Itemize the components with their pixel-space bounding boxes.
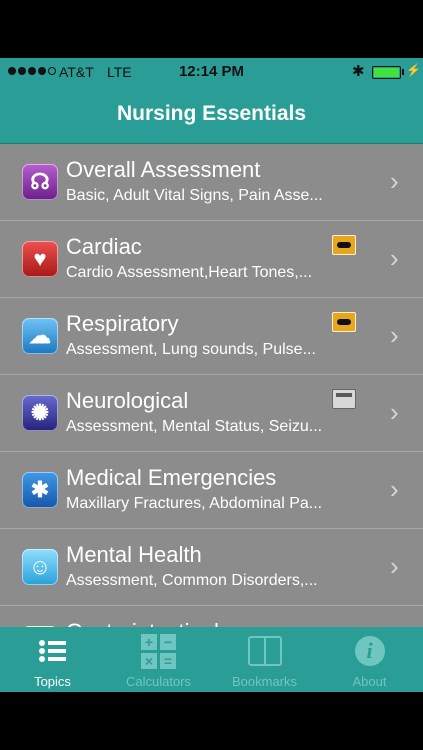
topic-row-respiratory[interactable]: ☁ Respiratory Assessment, Lung sounds, P… — [0, 298, 423, 375]
topic-title: Neurological — [66, 388, 189, 413]
battery-tip — [402, 69, 404, 75]
chevron-right-icon: › — [390, 320, 399, 350]
tab-topics[interactable]: Topics — [0, 627, 105, 692]
topic-row-mental-health[interactable]: ☺ Mental Health Assessment, Common Disor… — [0, 529, 423, 606]
tab-about[interactable]: i About — [317, 627, 422, 692]
chevron-right-icon: › — [390, 243, 399, 273]
star-of-life-icon: ✱ — [22, 472, 58, 508]
topic-subtitle: Assessment, Common Disorders,... — [66, 572, 318, 589]
bluetooth-icon: ✱ — [352, 63, 365, 80]
video-icon — [332, 235, 356, 255]
tab-bookmarks[interactable]: Bookmarks — [212, 627, 317, 692]
topic-title: Cardiac — [66, 234, 142, 259]
tab-label: Calculators — [125, 674, 192, 689]
list-icon — [0, 633, 105, 669]
topic-row-neurological[interactable]: ✺ Neurological Assessment, Mental Status… — [0, 375, 423, 452]
lungs-icon: ☁ — [22, 318, 58, 354]
topic-title: Medical Emergencies — [66, 465, 277, 490]
status-bar: AT&T LTE 12:14 PM ✱ ⚡ — [0, 58, 423, 86]
topic-row-medical-emergencies[interactable]: ✱ Medical Emergencies Maxillary Fracture… — [0, 452, 423, 529]
chevron-right-icon: › — [390, 474, 399, 504]
topic-subtitle: Assessment, Lung sounds, Pulse... — [66, 341, 316, 358]
navigation-bar: Nursing Essentials — [0, 86, 423, 144]
chevron-right-icon: › — [390, 397, 399, 427]
topic-row-cardiac[interactable]: ♥ Cardiac Cardio Assessment,Heart Tones,… — [0, 221, 423, 298]
topic-subtitle: Basic, Adult Vital Signs, Pain Asse... — [66, 187, 323, 204]
brain-icon: ✺ — [22, 395, 58, 431]
chat-heads-icon: ☺ — [22, 549, 58, 585]
stethoscope-icon: ☊ — [22, 164, 58, 200]
calculator-icon — [332, 389, 356, 409]
app-screen: AT&T LTE 12:14 PM ✱ ⚡ Nursing Essentials… — [0, 58, 423, 692]
battery-icon — [372, 66, 401, 79]
tab-label: Bookmarks — [231, 674, 298, 689]
chevron-right-icon: › — [390, 551, 399, 581]
charging-icon: ⚡ — [406, 63, 421, 77]
topic-title: Respiratory — [66, 311, 179, 336]
topic-subtitle: Assessment, Mental Status, Seizu... — [66, 418, 323, 435]
calculator-icon: + − × = — [106, 633, 211, 669]
tab-calculators[interactable]: + − × = Calculators — [106, 627, 211, 692]
topic-title: Mental Health — [66, 542, 202, 567]
topic-subtitle: Maxillary Fractures, Abdominal Pa... — [66, 495, 323, 512]
tab-label: Topics — [34, 674, 71, 689]
topic-title: Overall Assessment — [66, 157, 261, 182]
tab-bar: Topics + − × = Calculators Bookmarks i A… — [0, 627, 423, 692]
info-icon: i — [317, 633, 422, 669]
bottom-black-bar — [0, 692, 423, 750]
heart-icon: ♥ — [22, 241, 58, 277]
book-icon — [212, 633, 317, 669]
topics-list[interactable]: ☊ Overall Assessment Basic, Adult Vital … — [0, 144, 423, 683]
topic-row-overall-assessment[interactable]: ☊ Overall Assessment Basic, Adult Vital … — [0, 144, 423, 221]
tab-label: About — [352, 674, 387, 689]
topic-subtitle: Cardio Assessment,Heart Tones,... — [66, 264, 313, 281]
page-title: Nursing Essentials — [116, 102, 307, 125]
video-icon — [332, 312, 356, 332]
top-black-bar — [0, 0, 423, 58]
chevron-right-icon: › — [390, 166, 399, 196]
